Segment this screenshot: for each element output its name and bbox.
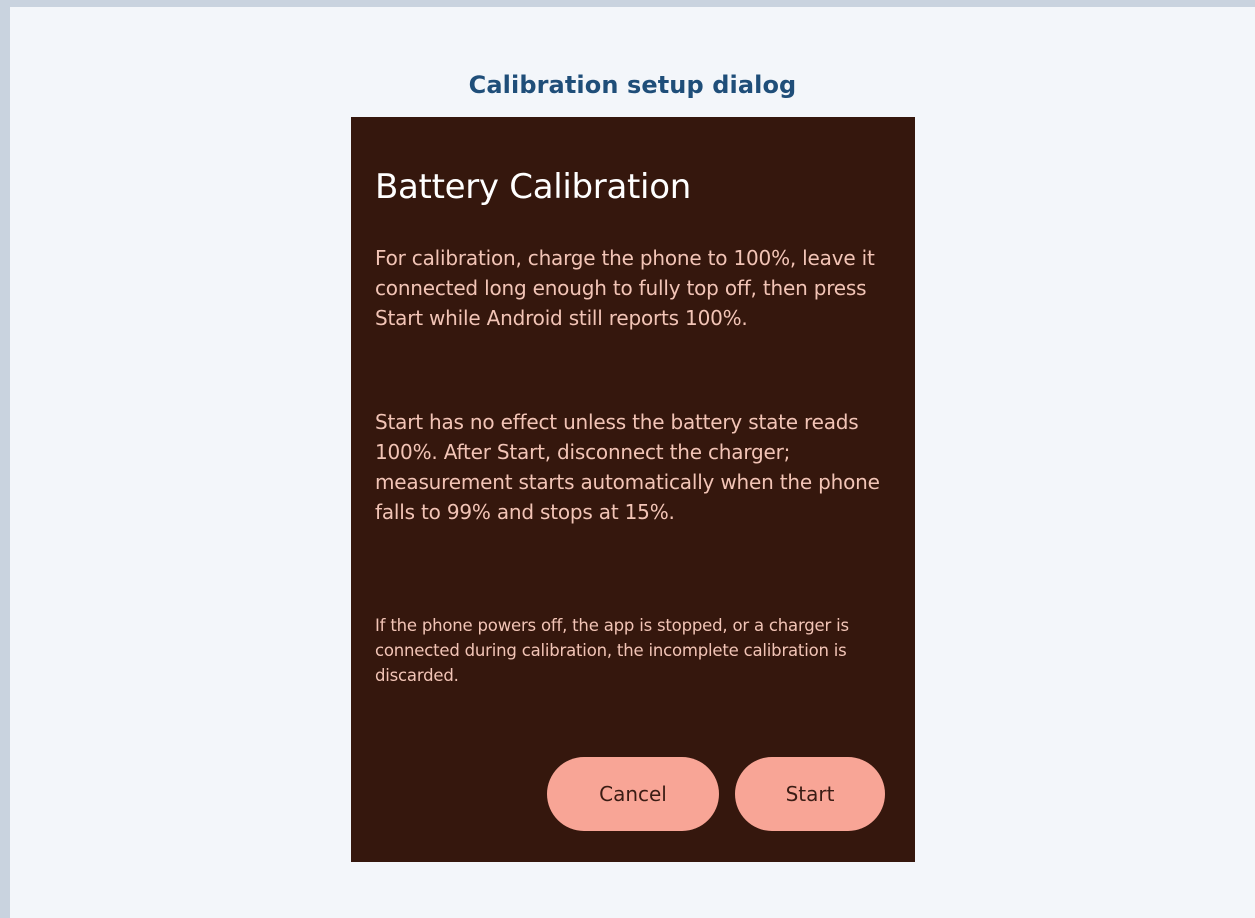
battery-calibration-dialog: Battery Calibration For calibration, cha… [351, 117, 915, 862]
start-button[interactable]: Start [735, 757, 885, 831]
cancel-button[interactable]: Cancel [547, 757, 719, 831]
page-frame: Calibration setup dialog Battery Calibra… [10, 7, 1255, 918]
figure-caption: Calibration setup dialog [468, 71, 797, 99]
dialog-title: Battery Calibration [375, 167, 691, 207]
dialog-instructions-start: Start has no effect unless the battery s… [375, 410, 880, 524]
dialog-instructions-charge: For calibration, charge the phone to 100… [375, 246, 875, 330]
dialog-discard-note: If the phone powers off, the app is stop… [375, 616, 849, 685]
